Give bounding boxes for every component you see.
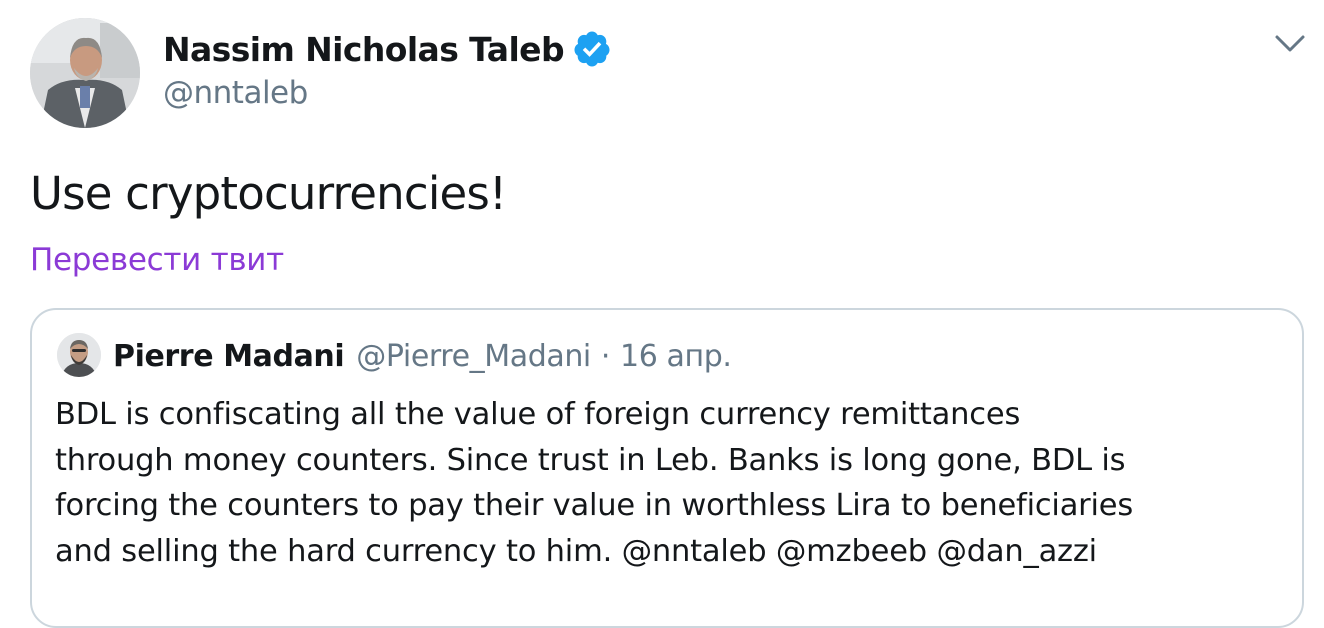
quoted-text-line: through money counters. Since trust in L… [55,442,1126,478]
verified-badge-icon [574,31,610,67]
author-name-row: Nassim Nicholas Taleb [163,27,612,71]
quoted-tweet-text: BDL is confiscating all the value of for… [55,392,1290,574]
quoted-author-avatar[interactable] [57,333,101,377]
translate-tweet-link[interactable]: Перевести твит [30,242,284,278]
avatar-photo-icon [30,18,140,128]
quoted-text-line: BDL is confiscating all the value of for… [55,397,1021,432]
quoted-date[interactable]: 16 апр. [620,339,732,374]
quoted-header: Pierre Madani @Pierre_Madani · 16 апр. [113,333,732,379]
chevron-down-icon[interactable] [1272,30,1308,58]
author-handle[interactable]: @nntaleb [163,75,308,111]
quoted-author-name[interactable]: Pierre Madani [113,339,345,374]
separator-dot: · [600,338,611,374]
quoted-author-handle[interactable]: @Pierre_Madani [356,339,591,374]
avatar-photo-icon [57,333,101,377]
tweet-text: Use cryptocurrencies! [30,167,507,220]
author-avatar[interactable] [30,18,140,128]
quoted-text-line: and selling the hard currency to him. @n… [55,533,1097,569]
author-name[interactable]: Nassim Nicholas Taleb [163,30,565,69]
quoted-text-line: forcing the counters to pay their value … [55,488,1134,523]
